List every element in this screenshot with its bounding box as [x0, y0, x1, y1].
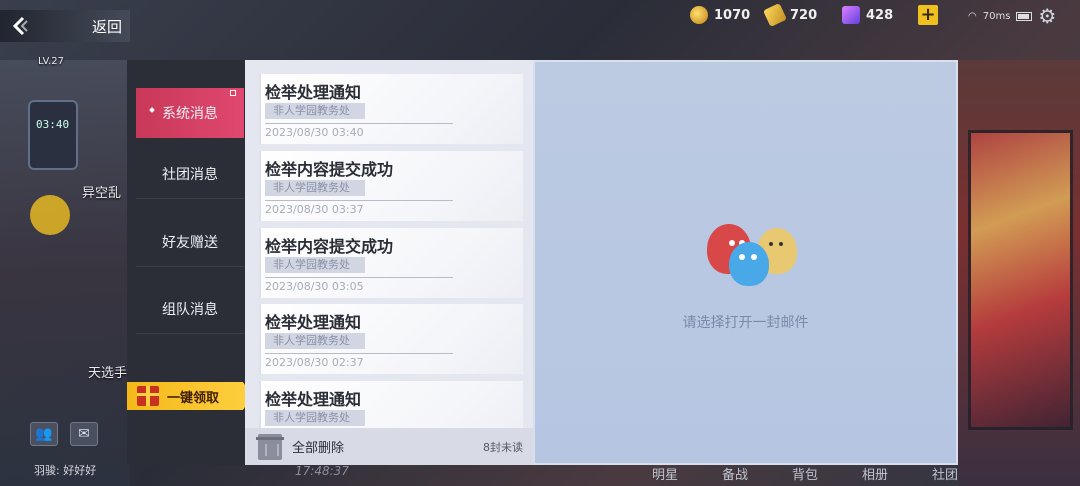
- tab-label: 组队消息: [162, 301, 218, 318]
- mail-title: 检举内容提交成功: [265, 237, 394, 256]
- mail-title: 检举处理通知: [265, 83, 362, 102]
- coin-icon: [690, 6, 708, 24]
- mail-time: 2023/08/30 03:05: [265, 280, 364, 293]
- divider: [265, 353, 453, 354]
- mail-item[interactable]: 检举处理通知 非人学园教务处: [259, 381, 523, 430]
- claim-all-button[interactable]: 一键领取: [127, 382, 253, 410]
- mail-time: 2023/08/30 03:40: [265, 126, 364, 139]
- nav-prepare[interactable]: 备战: [722, 464, 752, 483]
- background-poster: [968, 130, 1073, 430]
- mail-time: 2023/08/30 03:37: [265, 203, 364, 216]
- tab-label: 系统消息: [162, 106, 218, 122]
- friends-icon[interactable]: 👥: [30, 422, 58, 446]
- ticket-resource: 720: [763, 3, 832, 27]
- mail-item[interactable]: 检举处理通知 非人学园教务处 2023/08/30 03:40: [259, 74, 523, 144]
- delete-all-button[interactable]: 全部删除: [292, 437, 344, 456]
- tab-club-messages[interactable]: 社团消息: [136, 149, 244, 199]
- mail-sender: 非人学园教务处: [265, 333, 365, 349]
- claim-all-label: 一键领取: [167, 390, 220, 406]
- tab-label: 好友赠送: [162, 234, 218, 251]
- battery-icon: [1016, 11, 1033, 21]
- nav-club[interactable]: 社团: [932, 464, 962, 483]
- background-label-1: 异空乱: [82, 186, 122, 201]
- side-shortcut-icons: 👥 ✉: [30, 422, 98, 446]
- gem-icon: [842, 6, 860, 24]
- clock: 17:48:37: [295, 464, 349, 478]
- mascot-illustration: [705, 214, 805, 294]
- mail-detail-panel: 请选择打开一封邮件: [533, 60, 958, 465]
- nav-album[interactable]: 相册: [862, 464, 892, 483]
- mail-list[interactable]: 检举处理通知 非人学园教务处 2023/08/30 03:40 检举内容提交成功…: [259, 74, 523, 430]
- mail-title: 检举内容提交成功: [265, 160, 394, 179]
- background-character: [30, 195, 70, 235]
- blue-mascot: [729, 242, 769, 286]
- background-label-2: 天选手: [88, 366, 128, 381]
- tab-system-messages[interactable]: 系统消息: [136, 88, 244, 138]
- coin-resource: 1070: [690, 6, 756, 24]
- resource-bar: 1070 720 428 +: [690, 3, 938, 27]
- player-name: 羽骏: 好好好: [34, 464, 97, 477]
- tab-friend-gifts[interactable]: 好友赠送: [136, 217, 244, 267]
- trash-icon[interactable]: [256, 433, 284, 460]
- gem-value: 428: [866, 7, 894, 23]
- back-arrow-icon: [0, 10, 40, 42]
- divider: [265, 277, 453, 278]
- mail-sender: 非人学园教务处: [265, 103, 365, 119]
- wifi-icon: ◠: [968, 10, 977, 22]
- gem-resource: 428: [842, 6, 908, 24]
- mail-title: 检举处理通知: [265, 313, 362, 332]
- mail-list-panel: 检举处理通知 非人学园教务处 2023/08/30 03:40 检举内容提交成功…: [245, 60, 533, 465]
- status-bar: ◠ 70ms ⚙: [968, 4, 1056, 28]
- empty-hint: 请选择打开一封邮件: [682, 315, 809, 331]
- mail-item[interactable]: 检举处理通知 非人学园教务处 2023/08/30 02:37: [259, 304, 523, 374]
- ping-value: 70ms: [982, 10, 1011, 22]
- mail-sender: 非人学园教务处: [265, 410, 365, 426]
- back-button[interactable]: 返回: [0, 10, 130, 42]
- mail-title: 检举处理通知: [265, 390, 362, 409]
- back-label: 返回: [92, 17, 123, 36]
- level-badge: LV.27: [38, 56, 64, 67]
- mail-item[interactable]: 检举内容提交成功 非人学园教务处 2023/08/30 03:37: [259, 151, 523, 221]
- ticket-icon: [763, 3, 787, 27]
- divider: [265, 200, 453, 201]
- mail-sender: 非人学园教务处: [265, 257, 365, 273]
- mail-time: 2023/08/30 02:37: [265, 356, 364, 369]
- coin-value: 1070: [714, 7, 751, 23]
- gift-icon: [137, 386, 159, 406]
- nav-bag[interactable]: 背包: [792, 464, 822, 483]
- background-phone-widget: 03:40: [28, 100, 78, 170]
- phone-time: 03:40: [36, 118, 70, 131]
- tab-label: 社团消息: [162, 166, 218, 183]
- divider: [265, 123, 453, 124]
- mail-sender: 非人学园教务处: [265, 180, 365, 196]
- unread-count: 8封未读: [483, 440, 523, 454]
- tab-team-messages[interactable]: 组队消息: [136, 284, 244, 334]
- mail-icon[interactable]: ✉: [70, 422, 98, 446]
- nav-stars[interactable]: 明星: [652, 464, 682, 483]
- ticket-value: 720: [790, 7, 818, 23]
- mail-item[interactable]: 检举内容提交成功 非人学园教务处 2023/08/30 03:05: [259, 228, 523, 298]
- settings-gear-icon[interactable]: ⚙: [1038, 4, 1056, 28]
- bottom-nav: 明星 备战 背包 相册 社团: [652, 464, 962, 483]
- add-currency-button[interactable]: +: [918, 5, 938, 25]
- unread-dot: [230, 90, 236, 96]
- mail-list-footer: 全部删除 8封未读: [245, 428, 533, 465]
